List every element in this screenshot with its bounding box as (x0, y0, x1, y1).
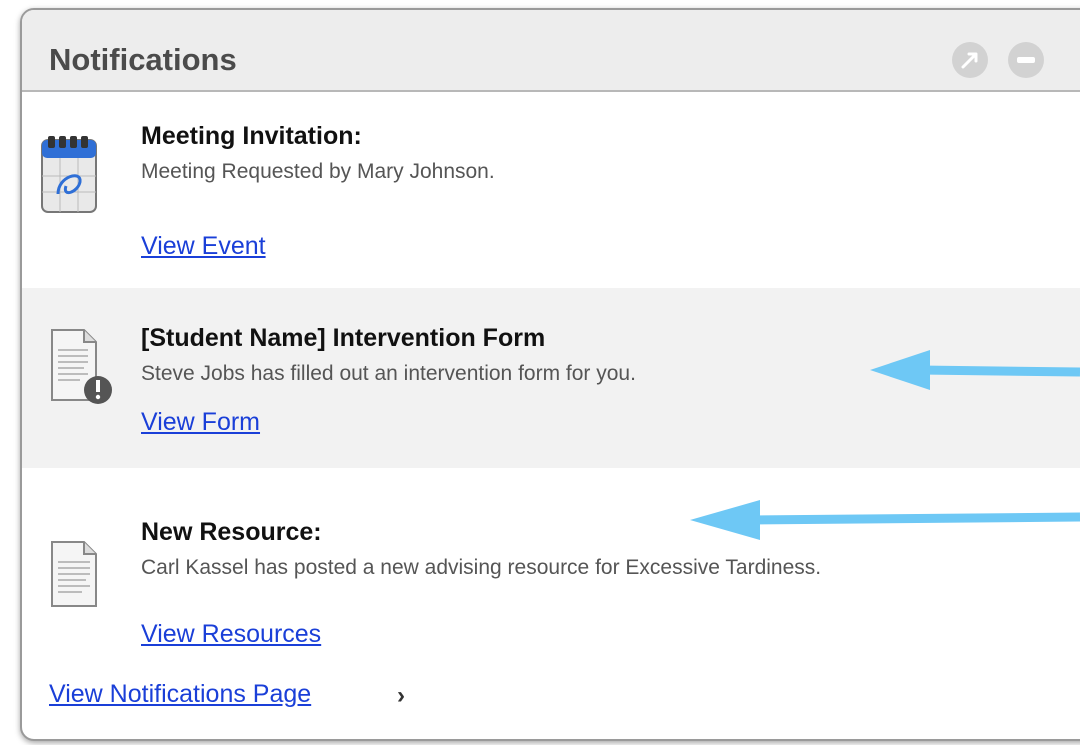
notification-title: Meeting Invitation: (141, 122, 362, 150)
calendar-icon (41, 136, 97, 213)
notification-description: Steve Jobs has filled out an interventio… (141, 362, 636, 385)
minimize-button[interactable] (1008, 42, 1044, 78)
annotation-arrow-icon (870, 350, 1080, 390)
panel-title: Notifications (49, 42, 237, 77)
document-icon (51, 541, 97, 607)
view-event-link[interactable]: View Event (141, 232, 266, 261)
annotation-arrow-icon (690, 500, 1080, 540)
notification-description: Meeting Requested by Mary Johnson. (141, 160, 495, 183)
pin-button[interactable] (952, 42, 988, 78)
notification-item: Meeting Invitation: Meeting Requested by… (22, 92, 1080, 288)
minimize-icon (1017, 57, 1035, 63)
notification-title: [Student Name] Intervention Form (141, 324, 546, 352)
view-notifications-page-link[interactable]: View Notifications Page (49, 680, 311, 709)
view-resources-link[interactable]: View Resources (141, 620, 321, 649)
notification-description: Carl Kassel has posted a new advising re… (141, 556, 822, 579)
pin-icon (961, 52, 978, 69)
document-alert-icon (51, 329, 112, 404)
view-form-link[interactable]: View Form (141, 408, 260, 437)
chevron-right-icon: › (397, 682, 405, 709)
notification-title: New Resource: (141, 518, 322, 546)
panel-header: Notifications (22, 10, 1080, 92)
